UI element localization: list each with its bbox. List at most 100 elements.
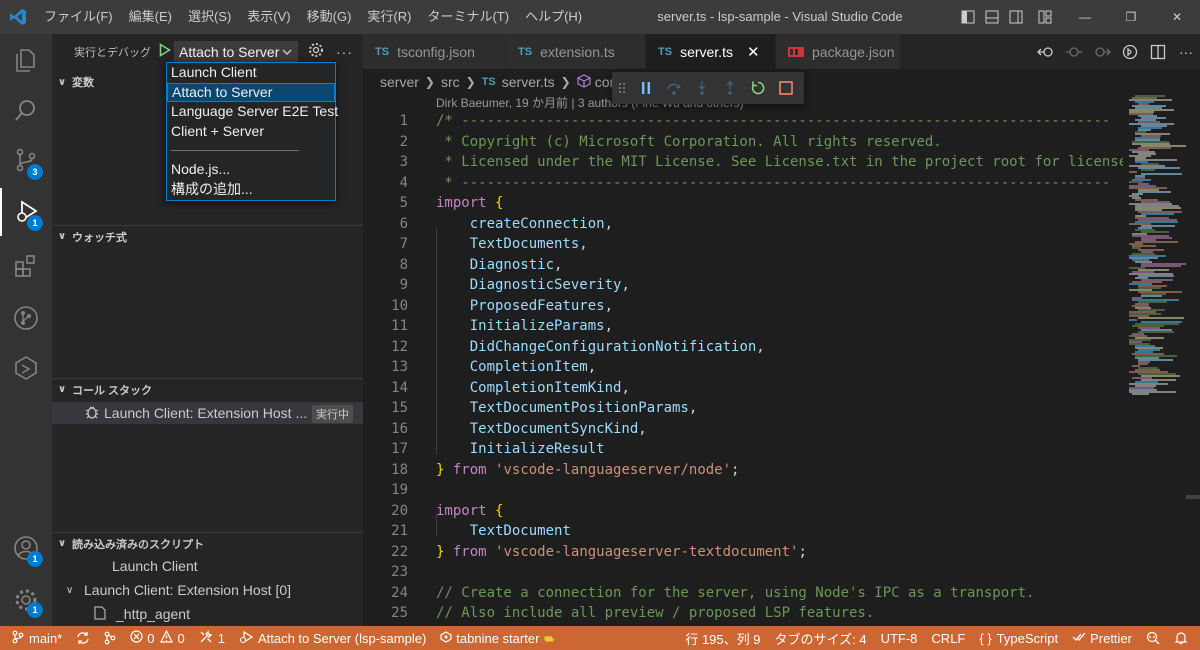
tabnine-item[interactable]: tabnine starter [433,626,566,650]
toggle-secondary-sidebar-icon[interactable] [1004,0,1028,34]
loaded-script-item[interactable]: ∨ Launch Client: Extension Host [0] [52,579,363,601]
dropdown-option[interactable]: Node.js... [167,160,335,180]
split-editor-icon[interactable] [1144,34,1172,69]
stop-icon[interactable] [772,72,800,104]
breadcrumb-item[interactable]: server.ts [502,74,555,90]
close-window-icon[interactable]: ✕ [1154,0,1200,34]
code-line[interactable]: 11 InitializeParams, [363,316,1123,337]
code-line[interactable]: 3 * Licensed under the MIT License. See … [363,152,1123,173]
manage-gear-icon[interactable]: 1 [0,576,52,624]
code-line[interactable]: 6 createConnection, [363,214,1123,235]
menu-file[interactable]: ファイル(F) [36,0,121,34]
notifications-bell-icon[interactable] [1167,626,1200,650]
menu-edit[interactable]: 編集(E) [121,0,180,34]
debug-target-item[interactable]: Attach to Server (lsp-sample) [232,626,433,650]
loaded-script-item[interactable]: Launch Client [52,555,363,577]
code-line[interactable]: 1 /* ------------------------------------… [363,111,1123,132]
callstack-section-header[interactable]: ∨ コール スタック [52,378,363,400]
code-line[interactable]: 4 * ------------------------------------… [363,173,1123,194]
language-mode-item[interactable]: { } TypeScript [972,626,1065,650]
breadcrumb-item[interactable]: server [380,74,419,90]
dropdown-option[interactable]: Language Server E2E Test [167,102,338,122]
code-line[interactable]: 12 DidChangeConfigurationNotification, [363,337,1123,358]
callstack-session-item[interactable]: Launch Client: Extension Host ... 実行中 [52,402,363,424]
code-editor[interactable]: Dirk Baeumer, 19 か月前 | 3 authors (Fine W… [363,95,1123,626]
dropdown-option[interactable]: 構成の追加... [167,180,335,200]
dropdown-option-selected[interactable]: Attach to Server [167,82,335,102]
dropdown-option[interactable]: Client + Server [167,122,335,142]
tab-extension[interactable]: TS extension.ts [506,34,646,69]
code-line[interactable]: 14 CompletionItemKind, [363,378,1123,399]
git-branch-item[interactable]: main* [0,626,69,650]
code-line[interactable]: 20 import { [363,501,1123,522]
account-icon[interactable]: 1 [0,524,52,572]
tab-size-item[interactable]: タブのサイズ: 4 [768,626,874,650]
code-line[interactable]: 9 DiagnosticSeverity, [363,275,1123,296]
source-control-icon[interactable]: 3 [0,136,52,184]
dropdown-option[interactable]: Launch Client [167,63,335,83]
extensions-icon[interactable] [0,242,52,290]
menu-help[interactable]: ヘルプ(H) [517,0,590,34]
code-line[interactable]: 19 [363,480,1123,501]
customize-layout-icon[interactable] [1028,0,1062,34]
code-line[interactable]: 25 // Also include all preview / proposed… [363,603,1123,624]
restart-icon[interactable] [744,72,772,104]
problems-item[interactable]: 0 0 [123,626,191,650]
restore-icon[interactable]: ❐ [1108,0,1154,34]
menu-view[interactable]: 表示(V) [239,0,298,34]
encoding-item[interactable]: UTF-8 [874,626,925,650]
code-line[interactable]: 16 TextDocumentSyncKind, [363,419,1123,440]
toggle-panel-icon[interactable] [980,0,1004,34]
start-debugging-icon[interactable] [159,43,171,60]
code-line[interactable]: 8 Diagnostic, [363,255,1123,276]
git-graph-status-icon[interactable] [97,626,123,650]
menu-go[interactable]: 移動(G) [299,0,360,34]
remote-explorer-icon[interactable] [0,344,52,392]
minimize-icon[interactable]: — [1062,0,1108,34]
code-line[interactable]: 10 ProposedFeatures, [363,296,1123,317]
minimap[interactable] [1123,95,1200,626]
step-over-icon[interactable] [660,72,688,104]
code-line[interactable]: 17 InitializeResult [363,439,1123,460]
code-line[interactable]: 13 CompletionItem, [363,357,1123,378]
tools-item[interactable]: 1 [192,626,232,650]
step-out-icon[interactable] [716,72,744,104]
sync-icon[interactable] [69,626,97,650]
eol-item[interactable]: CRLF [924,626,972,650]
code-line[interactable]: 22} from 'vscode-languageserver-textdocu… [363,542,1123,563]
code-line[interactable]: 7 TextDocuments, [363,234,1123,255]
search-icon[interactable] [0,86,52,134]
tab-server[interactable]: TS server.ts ✕ [646,34,776,69]
minimap-scrollbar[interactable] [1186,495,1200,499]
menu-run[interactable]: 実行(R) [359,0,419,34]
loaded-script-item[interactable]: _http_agent [52,603,363,625]
debug-config-select[interactable]: Attach to Server [174,40,298,63]
code-line[interactable]: 24 // Create a connection for the server,… [363,583,1123,604]
loaded-scripts-section-header[interactable]: ∨ 読み込み済みのスクリプト [52,532,363,554]
run-debug-icon[interactable]: 1 [0,188,52,236]
code-line[interactable]: 21 TextDocument [363,521,1123,542]
code-line[interactable]: 18} from 'vscode-languageserver/node'; [363,460,1123,481]
pause-icon[interactable] [632,72,660,104]
code-line[interactable]: 5 import { [363,193,1123,214]
more-editor-actions-icon[interactable]: ··· [1172,34,1200,69]
menu-selection[interactable]: 選択(S) [180,0,239,34]
go-back-icon[interactable] [1032,34,1060,69]
breadcrumb-item[interactable]: src [441,74,460,90]
code-line[interactable]: 2 * Copyright (c) Microsoft Corporation.… [363,132,1123,153]
code-line[interactable]: 15 TextDocumentPositionParams, [363,398,1123,419]
prettier-item[interactable]: Prettier [1065,626,1139,650]
tab-package[interactable]: package.json [776,34,901,69]
menu-terminal[interactable]: ターミナル(T) [419,0,517,34]
close-tab-icon[interactable]: ✕ [747,43,760,61]
more-actions-icon[interactable]: ··· [336,44,353,60]
open-launch-json-gear-icon[interactable] [308,42,324,61]
open-changes-icon[interactable] [1116,34,1144,69]
cursor-position-item[interactable]: 行 195、列 9 [678,626,767,650]
code-line[interactable]: 23 [363,562,1123,583]
go-forward-icon[interactable] [1088,34,1116,69]
step-into-icon[interactable] [688,72,716,104]
navigate-icon[interactable] [1060,34,1088,69]
drag-handle-icon[interactable] [612,72,632,104]
watch-section-header[interactable]: ∨ ウォッチ式 [52,225,363,247]
